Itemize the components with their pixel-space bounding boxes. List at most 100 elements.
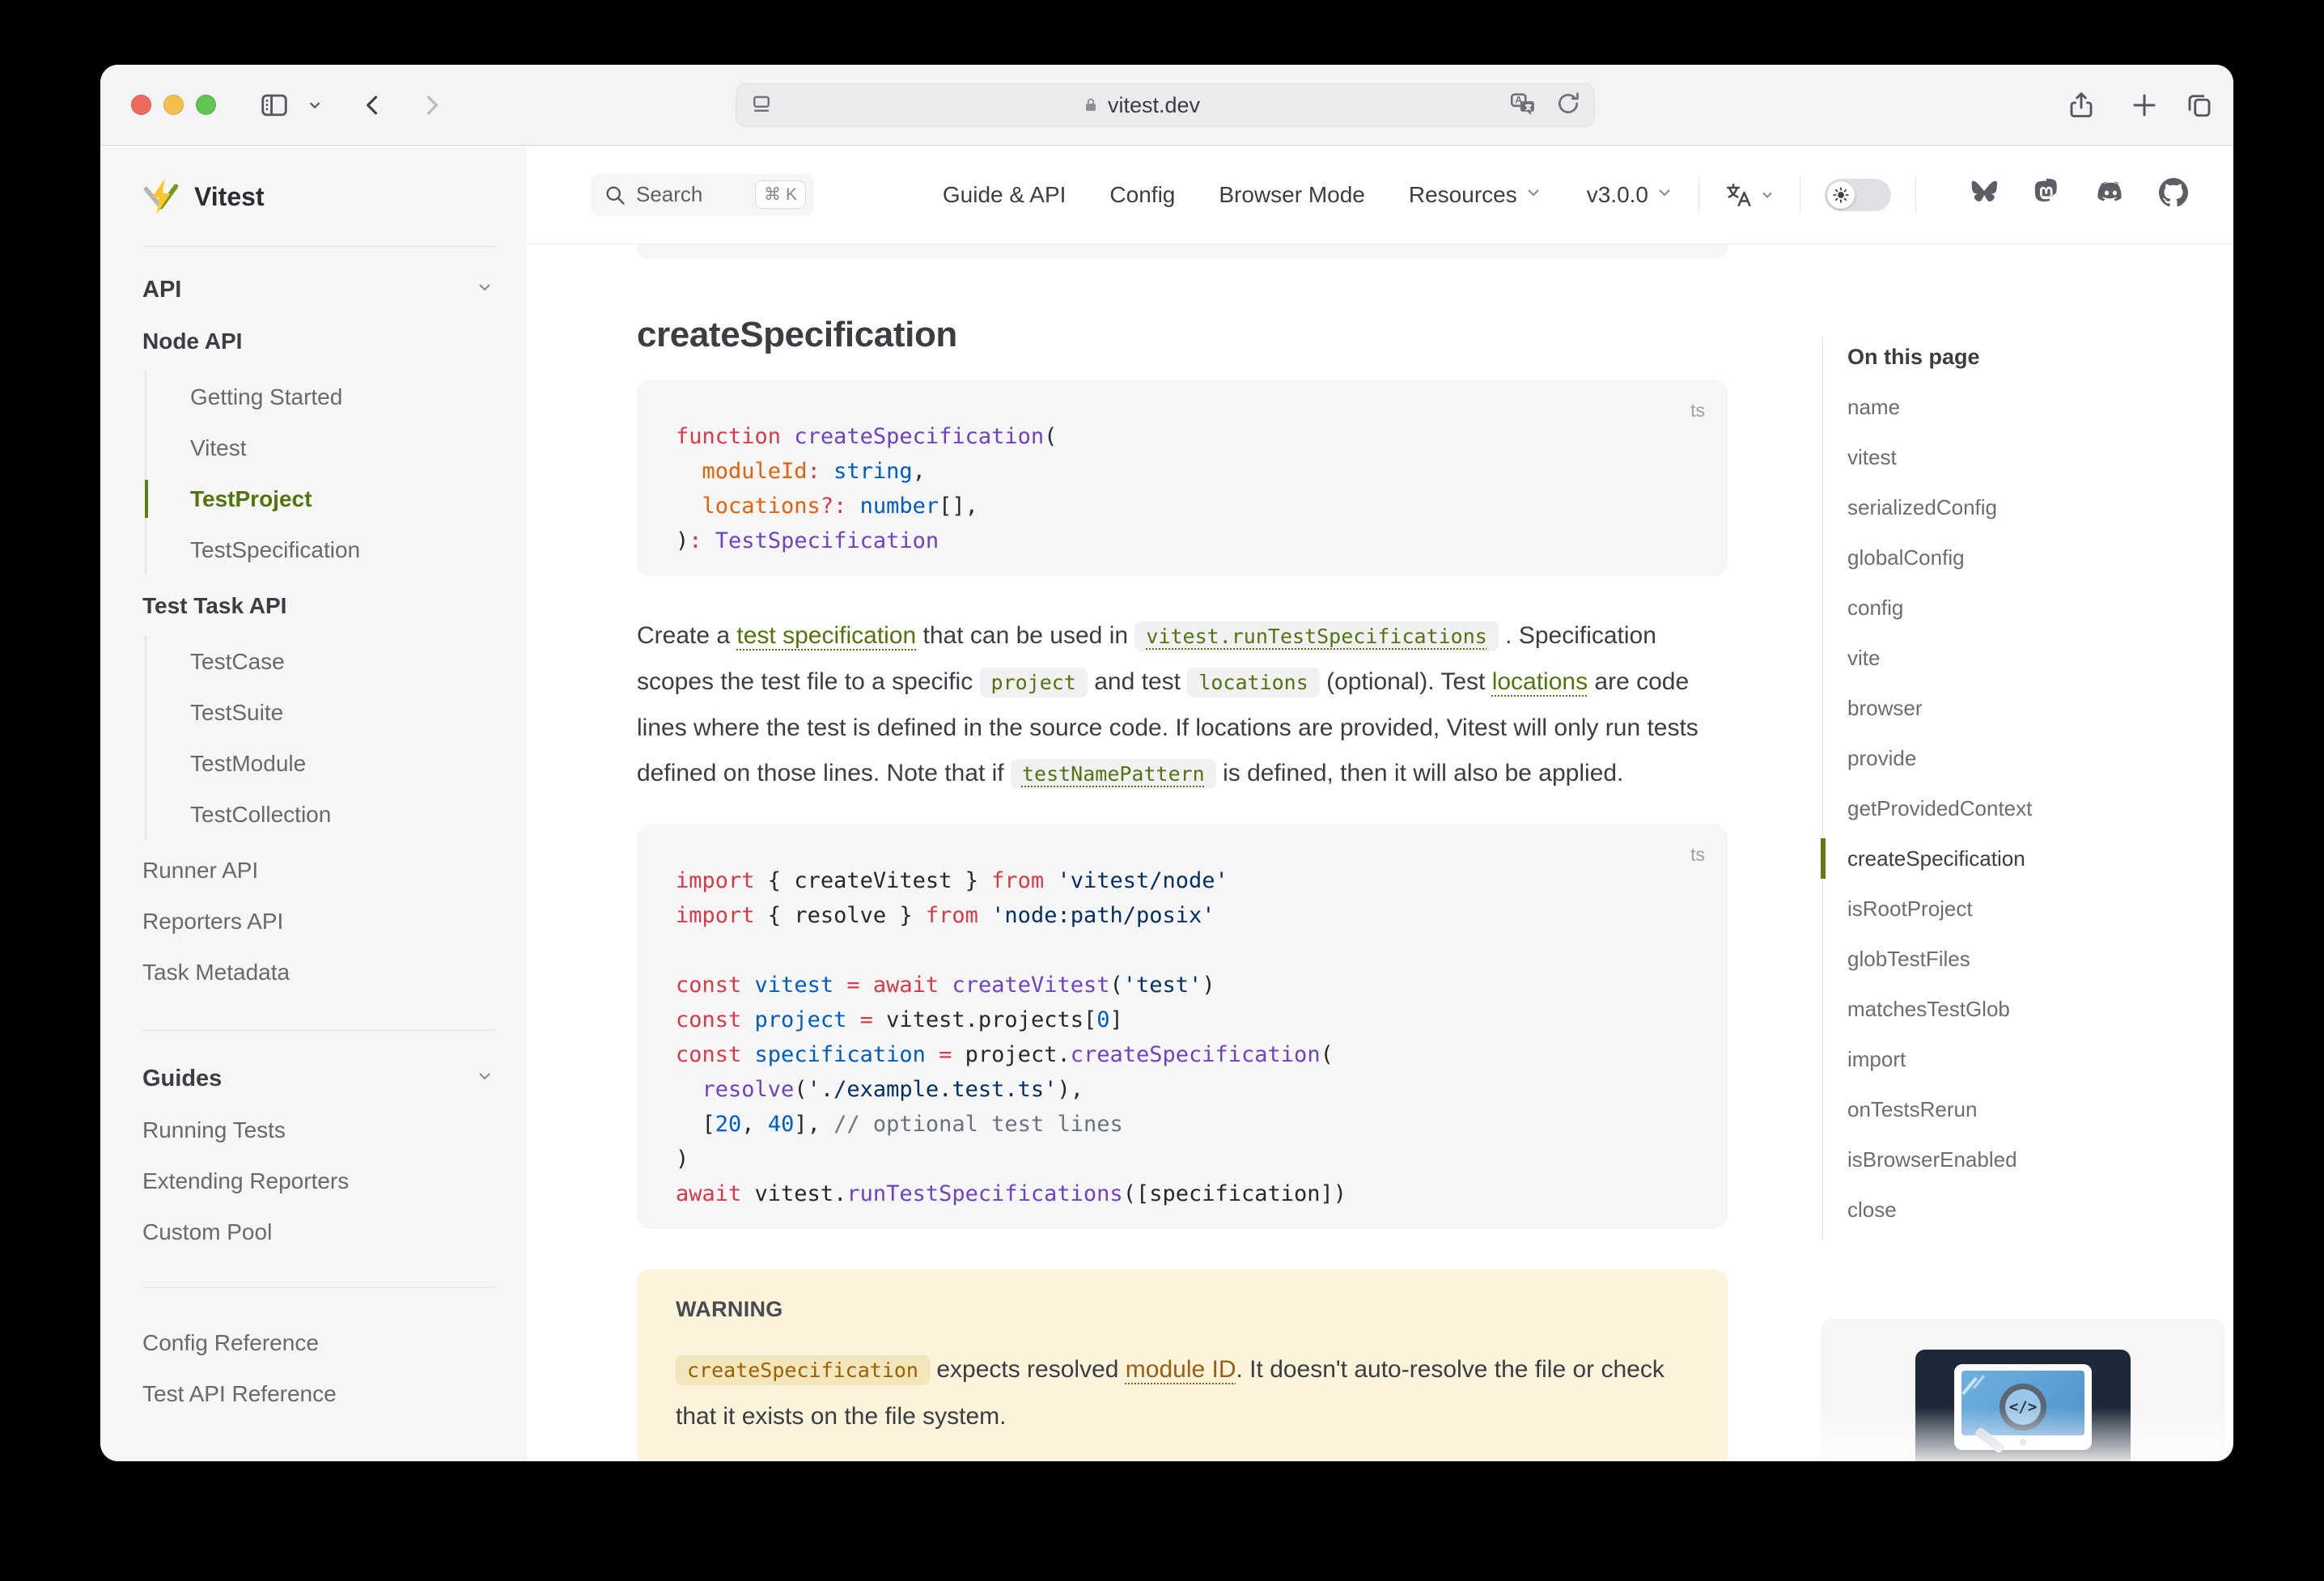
chevron-down-icon (1759, 187, 1775, 203)
sidebar-item-runner-api[interactable]: Runner API (142, 845, 494, 896)
sidebar-chevron-icon[interactable] (306, 65, 324, 146)
reload-icon[interactable] (1555, 91, 1581, 121)
toc-list: namevitestserializedConfigglobalConfigco… (1822, 382, 2203, 1235)
sidebar-section-guides[interactable]: Guides (142, 1053, 494, 1104)
sidebar-item-getting-started[interactable]: Getting Started (190, 371, 494, 422)
address-bar[interactable]: vitest.dev A (736, 83, 1595, 127)
warning-body: createSpecification expects resolved mod… (676, 1346, 1689, 1439)
code-magnifier-icon: </> (2000, 1384, 2046, 1431)
toc-item-close[interactable]: close (1822, 1185, 2203, 1235)
sidebar-toggle-icon[interactable] (259, 65, 290, 146)
toc-item-createspecification[interactable]: createSpecification (1822, 833, 2203, 884)
sidebar-item-custom-pool[interactable]: Custom Pool (142, 1206, 494, 1257)
toc-item-isrootproject[interactable]: isRootProject (1822, 884, 2203, 934)
theme-toggle[interactable] (1825, 179, 1891, 211)
warning-title: WARNING (676, 1297, 1689, 1322)
toc-item-getprovidedcontext[interactable]: getProvidedContext (1822, 783, 2203, 833)
new-tab-icon[interactable] (2130, 65, 2159, 146)
sponsor-card[interactable]: </> (1821, 1319, 2225, 1461)
chevron-down-icon (1524, 182, 1543, 208)
sidebar-item-testmodule[interactable]: TestModule (190, 738, 494, 789)
toc-item-serializedconfig[interactable]: serializedConfig (1822, 482, 2203, 532)
sidebar-item-extending-reporters[interactable]: Extending Reporters (142, 1155, 494, 1206)
search-input[interactable]: Search ⌘ K (591, 174, 814, 216)
mastodon-icon[interactable] (2033, 178, 2060, 211)
sidebar-nav: APINode APIGetting StartedVitestTestProj… (142, 265, 494, 1419)
toc-item-name[interactable]: name (1822, 382, 2203, 432)
nav-link-label: Config (1109, 182, 1175, 208)
toc-item-isbrowserenabled[interactable]: isBrowserEnabled (1822, 1134, 2203, 1185)
sidebar-item-test-task-api[interactable]: Test Task API (142, 580, 494, 631)
bluesky-icon[interactable] (1970, 179, 1999, 210)
toc-item-globtestfiles[interactable]: globTestFiles (1822, 934, 2203, 984)
toc-item-vite[interactable]: vite (1822, 633, 2203, 683)
toc-item-browser[interactable]: browser (1822, 683, 2203, 733)
inline-code-link-vitest-runtestspecifications[interactable]: vitest.runTestSpecifications (1134, 621, 1498, 651)
sidebar-item-node-api[interactable]: Node API (142, 316, 494, 367)
toc-item-vitest[interactable]: vitest (1822, 432, 2203, 482)
vitest-logo-icon (142, 178, 180, 215)
sidebar-item-task-metadata[interactable]: Task Metadata (142, 947, 494, 998)
close-window-button[interactable] (131, 95, 151, 115)
toc-item-matchestestglob[interactable]: matchesTestGlob (1822, 984, 2203, 1034)
nav-link-v3-0-0[interactable]: v3.0.0 (1587, 182, 1674, 208)
sidebar-item-running-tests[interactable]: Running Tests (142, 1104, 494, 1155)
theme-toggle-knob (1827, 181, 1855, 209)
sidebar-item-vitest[interactable]: Vitest (190, 422, 494, 473)
reader-icon[interactable] (749, 91, 774, 120)
nav-link-browser-mode[interactable]: Browser Mode (1219, 182, 1365, 208)
on-this-page: On this page namevitestserializedConfigg… (1822, 332, 2203, 1235)
github-icon[interactable] (2159, 178, 2188, 211)
nav-link-resources[interactable]: Resources (1409, 182, 1543, 208)
forward-button[interactable] (418, 65, 445, 146)
sidebar-item-testsuite[interactable]: TestSuite (190, 687, 494, 738)
back-button[interactable] (359, 65, 387, 146)
inline-link-locations[interactable]: locations (1492, 668, 1588, 695)
chevron-down-icon (475, 277, 494, 303)
sidebar-item-testcase[interactable]: TestCase (190, 636, 494, 687)
translate-icon[interactable]: A (1508, 90, 1536, 121)
sidebar-group: Getting StartedVitestTestProjectTestSpec… (145, 371, 494, 575)
sidebar-section-api[interactable]: API (142, 265, 494, 316)
sidebar-item-testspecification[interactable]: TestSpecification (190, 524, 494, 575)
inline-link-module-id[interactable]: module ID (1126, 1356, 1236, 1383)
inline-link-test-specification[interactable]: test specification (736, 622, 916, 649)
sidebar-item-testcollection[interactable]: TestCollection (190, 789, 494, 840)
text-run: expects resolved (930, 1356, 1126, 1383)
browser-toolbar: vitest.dev A (100, 65, 2233, 146)
sidebar-item-config-reference[interactable]: Config Reference (142, 1317, 494, 1368)
nav-link-config[interactable]: Config (1109, 182, 1175, 208)
toc-item-import[interactable]: import (1822, 1034, 2203, 1084)
url-display: vitest.dev (1082, 93, 1200, 118)
sidebar-item-testproject[interactable]: TestProject (190, 473, 494, 524)
nav-link-guide-api[interactable]: Guide & API (943, 182, 1067, 208)
warning-callout: WARNING createSpecification expects reso… (637, 1269, 1728, 1461)
chevron-down-icon (475, 1066, 494, 1092)
sidebar-divider (142, 246, 494, 247)
vitest-logo[interactable]: Vitest (142, 178, 494, 215)
toc-title: On this page (1822, 332, 2203, 382)
language-menu[interactable] (1724, 180, 1775, 210)
zoom-window-button[interactable] (196, 95, 216, 115)
sidebar-item-reporters-api[interactable]: Reporters API (142, 896, 494, 947)
code-line: import { createVitest } from 'vitest/nod… (676, 863, 1689, 898)
text-run: Create a (637, 622, 736, 649)
minimize-window-button[interactable] (163, 95, 184, 115)
toc-item-ontestsrerun[interactable]: onTestsRerun (1822, 1084, 2203, 1134)
description-paragraph: Create a test specification that can be … (637, 613, 1728, 797)
lock-icon (1082, 96, 1100, 114)
toc-item-config[interactable]: config (1822, 583, 2203, 633)
share-icon[interactable] (2067, 65, 2096, 146)
sidebar-item-test-api-reference[interactable]: Test API Reference (142, 1368, 494, 1419)
discord-icon[interactable] (2094, 178, 2125, 211)
code-line: const vitest = await createVitest('test'… (676, 968, 1689, 1002)
search-icon (604, 184, 626, 206)
inline-code-link-testnamepattern[interactable]: testNamePattern (1011, 759, 1216, 789)
nav-link-label: Browser Mode (1219, 182, 1365, 208)
nav-link-label: v3.0.0 (1587, 182, 1648, 208)
toc-item-globalconfig[interactable]: globalConfig (1822, 532, 2203, 583)
toc-item-provide[interactable]: provide (1822, 733, 2203, 783)
nav-divider (1698, 177, 1699, 213)
docs-sidebar: Vitest APINode APIGetting StartedVitestT… (100, 146, 527, 1461)
tabs-overview-icon[interactable] (2185, 65, 2214, 146)
